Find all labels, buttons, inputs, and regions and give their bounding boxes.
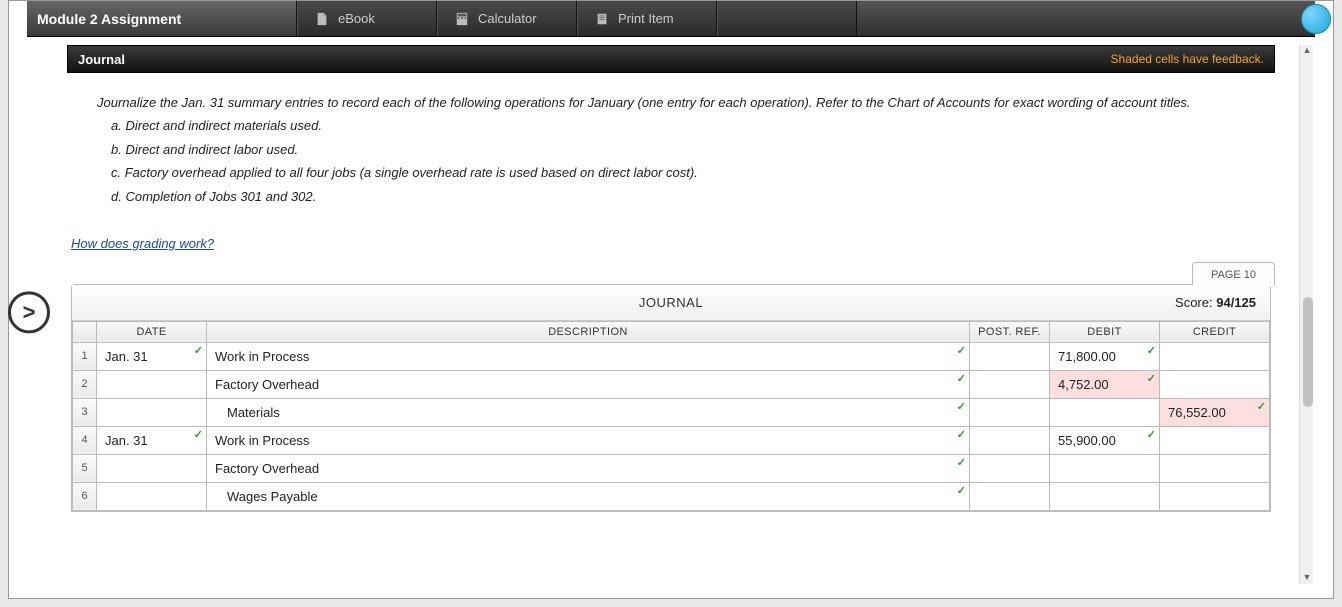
col-description: DESCRIPTION <box>207 321 970 342</box>
calculator-icon <box>454 11 470 27</box>
row-number: 6 <box>73 482 97 510</box>
checkmark-icon: ✓ <box>957 400 966 413</box>
page-tab-row: PAGE 10 <box>67 261 1275 284</box>
checkmark-icon: ✓ <box>1147 344 1156 357</box>
checkmark-icon: ✓ <box>194 344 203 357</box>
table-row: 1Jan. 31✓Work in Process✓ 71,800.00✓ <box>73 342 1270 370</box>
cell-postref[interactable] <box>970 426 1050 454</box>
col-date: DATE <box>97 321 207 342</box>
page-tab[interactable]: PAGE 10 <box>1192 262 1275 285</box>
checkmark-icon: ✓ <box>194 428 203 441</box>
journal-box: JOURNAL Score: 94/125 <box>71 284 1271 512</box>
checkmark-icon: ✓ <box>1257 400 1266 413</box>
next-nav-button[interactable]: > <box>8 291 50 333</box>
col-rownum <box>73 321 97 342</box>
instructions-block: Journalize the Jan. 31 summary entries t… <box>67 73 1275 208</box>
pop-out-button[interactable] <box>1301 4 1331 34</box>
assignment-title: Module 2 Assignment <box>27 1 297 36</box>
cell-debit[interactable] <box>1050 454 1160 482</box>
scroll-up-arrow[interactable]: ▲ <box>1301 45 1313 57</box>
table-row: 4Jan. 31✓Work in Process✓ 55,900.00✓ <box>73 426 1270 454</box>
col-debit: DEBIT <box>1050 321 1160 342</box>
table-row: 2 Factory Overhead✓ 4,752.00✓ <box>73 370 1270 398</box>
cell-date[interactable] <box>97 398 207 426</box>
cell-postref[interactable] <box>970 398 1050 426</box>
feedback-note: Shaded cells have feedback. <box>1111 52 1264 66</box>
cell-description[interactable]: Work in Process✓ <box>207 426 970 454</box>
checkmark-icon: ✓ <box>1147 372 1156 385</box>
cell-description[interactable]: Factory Overhead✓ <box>207 370 970 398</box>
col-postref: POST. REF. <box>970 321 1050 342</box>
print-item-button[interactable]: Print Item <box>577 1 717 36</box>
row-number: 5 <box>73 454 97 482</box>
cell-description[interactable]: Work in Process✓ <box>207 342 970 370</box>
instructions-intro: Journalize the Jan. 31 summary entries t… <box>97 91 1245 114</box>
cell-description[interactable]: Materials✓ <box>207 398 970 426</box>
journal-score: Score: 94/125 <box>1175 295 1256 310</box>
cell-debit[interactable]: 4,752.00✓ <box>1050 370 1160 398</box>
document-icon <box>594 11 610 27</box>
instructions-item-d: d. Completion of Jobs 301 and 302. <box>97 185 1245 208</box>
instructions-item-b: b. Direct and indirect labor used. <box>97 138 1245 161</box>
journal-title-bar: JOURNAL Score: 94/125 <box>72 285 1270 321</box>
cell-debit[interactable]: 71,800.00✓ <box>1050 342 1160 370</box>
cell-credit[interactable] <box>1160 482 1270 510</box>
page-icon <box>314 11 330 27</box>
top-toolbar: Module 2 Assignment eBook Calculator <box>27 1 1315 37</box>
print-item-label: Print Item <box>618 11 674 26</box>
cell-postref[interactable] <box>970 370 1050 398</box>
cell-date[interactable]: Jan. 31✓ <box>97 342 207 370</box>
row-number: 3 <box>73 398 97 426</box>
cell-description[interactable]: Wages Payable✓ <box>207 482 970 510</box>
cell-credit[interactable]: 76,552.00✓ <box>1160 398 1270 426</box>
cell-postref[interactable] <box>970 342 1050 370</box>
row-number: 4 <box>73 426 97 454</box>
scrollbar-thumb[interactable] <box>1303 297 1313 407</box>
checkmark-icon: ✓ <box>957 484 966 497</box>
cell-postref[interactable] <box>970 482 1050 510</box>
calculator-label: Calculator <box>478 11 537 26</box>
calculator-button[interactable]: Calculator <box>437 1 577 36</box>
ebook-button[interactable]: eBook <box>297 1 437 36</box>
cell-debit[interactable] <box>1050 482 1160 510</box>
cell-date[interactable] <box>97 482 207 510</box>
cell-credit[interactable] <box>1160 426 1270 454</box>
cell-date[interactable] <box>97 454 207 482</box>
cell-description[interactable]: Factory Overhead✓ <box>207 454 970 482</box>
instructions-item-c: c. Factory overhead applied to all four … <box>97 161 1245 184</box>
cell-credit[interactable] <box>1160 342 1270 370</box>
ebook-label: eBook <box>338 11 375 26</box>
col-credit: CREDIT <box>1160 321 1270 342</box>
cell-credit[interactable] <box>1160 454 1270 482</box>
checkmark-icon: ✓ <box>957 428 966 441</box>
panel-title: Journal <box>78 52 125 67</box>
table-row: 5 Factory Overhead✓ <box>73 454 1270 482</box>
checkmark-icon: ✓ <box>957 344 966 357</box>
checkmark-icon: ✓ <box>1147 428 1156 441</box>
row-number: 1 <box>73 342 97 370</box>
cell-debit[interactable] <box>1050 398 1160 426</box>
table-row: 3 Materials✓ 76,552.00✓ <box>73 398 1270 426</box>
instructions-item-a: a. Direct and indirect materials used. <box>97 114 1245 137</box>
cell-date[interactable] <box>97 370 207 398</box>
cell-postref[interactable] <box>970 454 1050 482</box>
journal-table: DATE DESCRIPTION POST. REF. DEBIT CREDIT… <box>72 321 1270 511</box>
checkmark-icon: ✓ <box>957 372 966 385</box>
cell-date[interactable]: Jan. 31✓ <box>97 426 207 454</box>
journal-title: JOURNAL <box>639 295 703 310</box>
toolbar-spacer <box>717 1 857 36</box>
grading-link[interactable]: How does grading work? <box>71 236 214 251</box>
cell-credit[interactable] <box>1160 370 1270 398</box>
scroll-down-arrow[interactable]: ▼ <box>1301 572 1313 584</box>
row-number: 2 <box>73 370 97 398</box>
checkmark-icon: ✓ <box>957 456 966 469</box>
table-row: 6 Wages Payable✓ <box>73 482 1270 510</box>
cell-debit[interactable]: 55,900.00✓ <box>1050 426 1160 454</box>
panel-header: Journal Shaded cells have feedback. <box>67 45 1275 73</box>
